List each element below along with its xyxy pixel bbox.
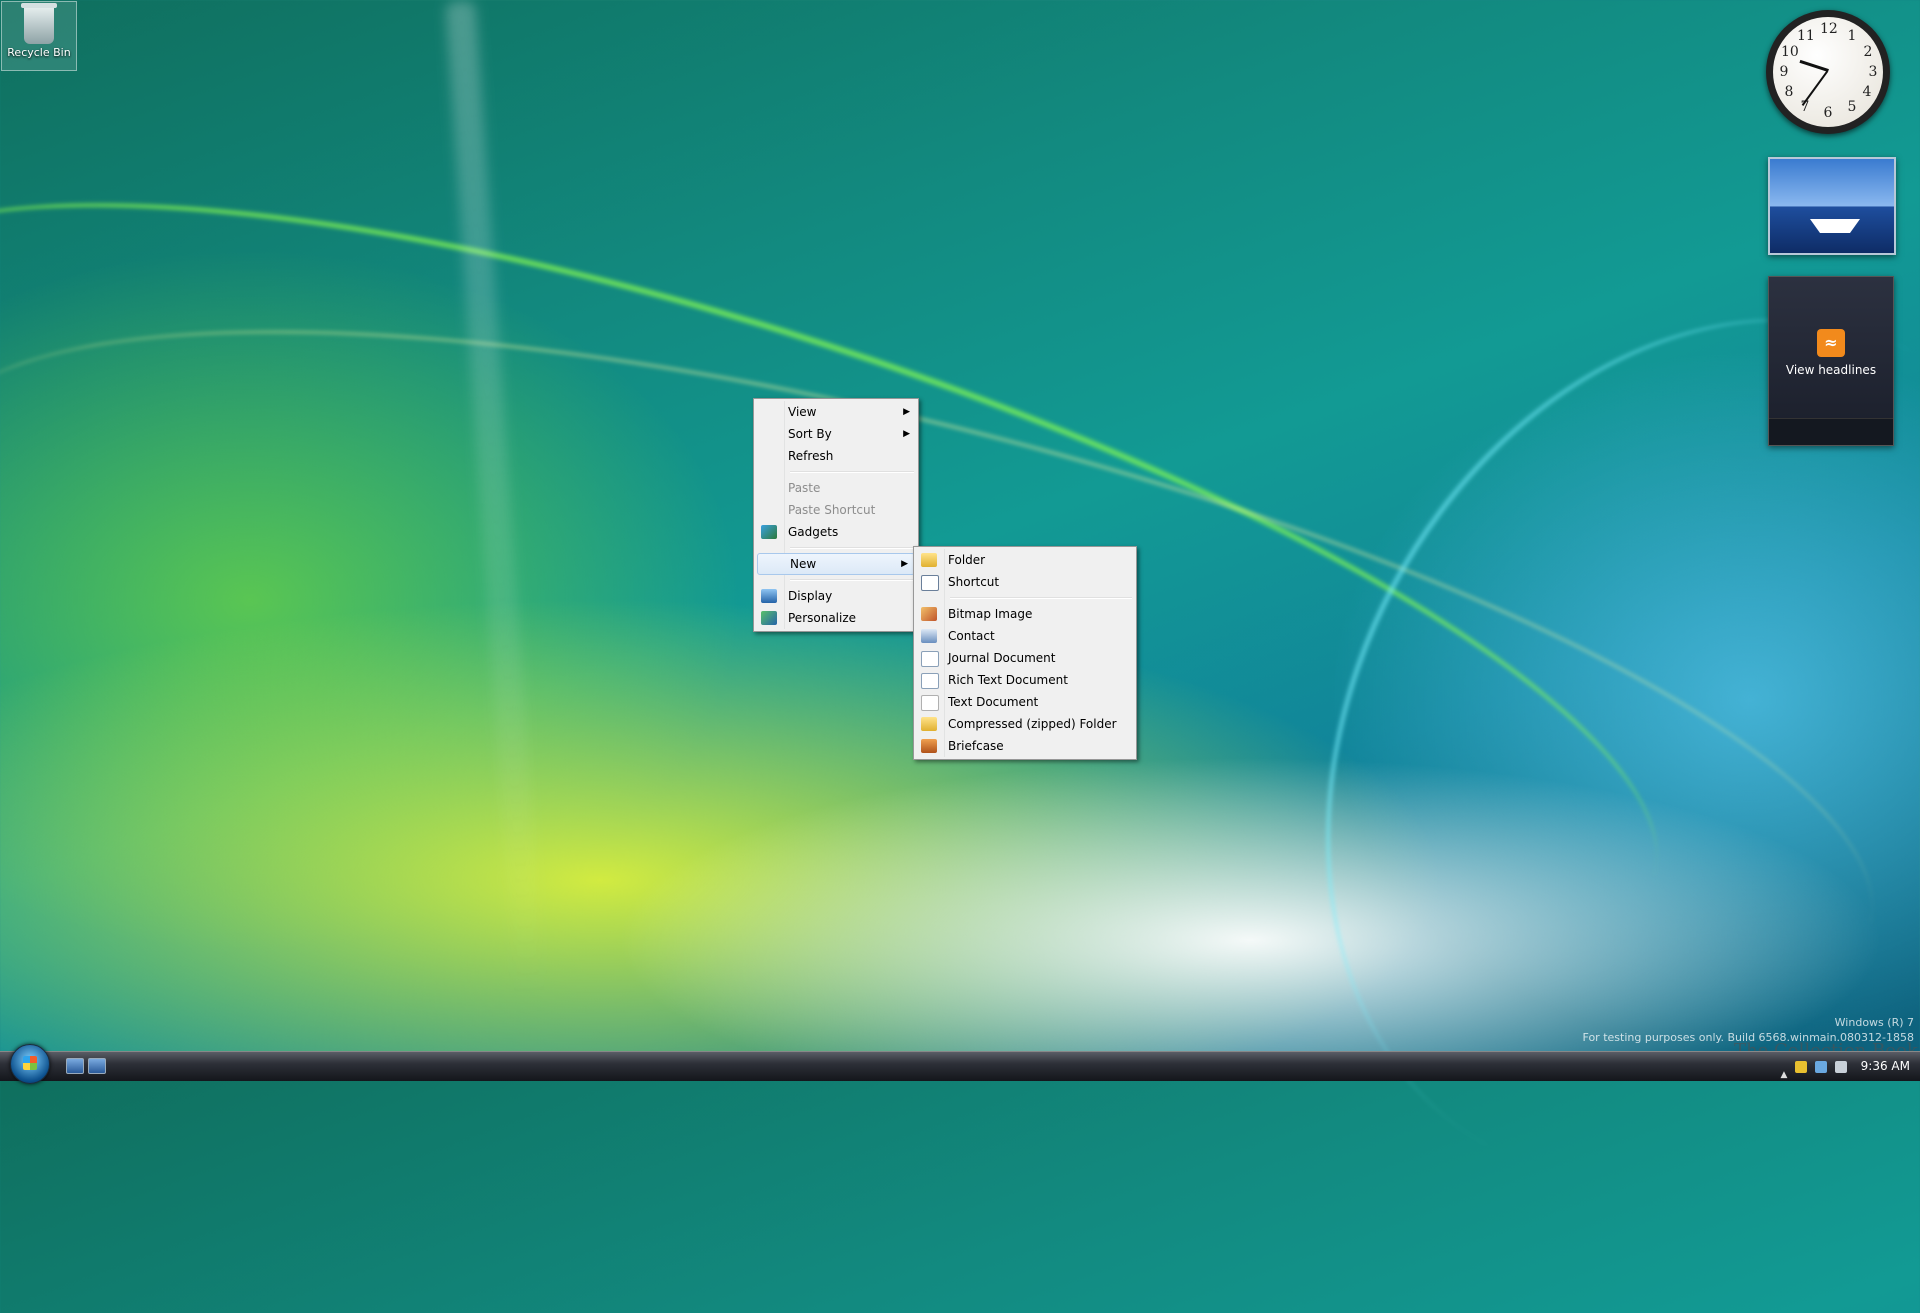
menu-item-new-text[interactable]: Text Document	[916, 691, 1134, 713]
recycle-bin-label: Recycle Bin	[7, 46, 71, 59]
feed-headlines-gadget[interactable]: ≈ View headlines	[1768, 276, 1894, 446]
menu-item-display[interactable]: Display	[756, 585, 916, 607]
menu-item-sort-by[interactable]: Sort By ▶	[756, 423, 916, 445]
security-shield-icon[interactable]	[1795, 1060, 1808, 1073]
desktop-context-menu: View ▶ Sort By ▶ Refresh Paste Paste Sho…	[753, 398, 919, 632]
menu-item-label: Text Document	[948, 695, 1039, 709]
submenu-arrow-icon: ▶	[903, 429, 910, 439]
show-hidden-icons-icon[interactable]: ▲	[1780, 1061, 1787, 1080]
menu-item-new-bitmap[interactable]: Bitmap Image	[916, 603, 1134, 625]
submenu-arrow-icon: ▶	[903, 407, 910, 417]
submenu-arrow-icon: ▶	[901, 559, 908, 569]
view-headlines-link[interactable]: View headlines	[1769, 363, 1893, 377]
menu-item-label: Shortcut	[948, 575, 1000, 589]
volume-icon[interactable]	[1834, 1060, 1847, 1073]
menu-item-personalize[interactable]: Personalize	[756, 607, 916, 629]
taskbar: ▲ 9:36 AM	[0, 1044, 1920, 1084]
menu-item-new-briefcase[interactable]: Briefcase	[916, 735, 1134, 757]
clock-number: 12	[1820, 21, 1838, 37]
landscape-photo-icon	[1810, 219, 1860, 233]
gadget-toolbar	[1769, 418, 1893, 445]
zip-folder-icon	[921, 717, 937, 731]
clock-number: 3	[1868, 64, 1878, 80]
gadgets-icon	[761, 525, 777, 539]
menu-item-label: Bitmap Image	[948, 607, 1033, 621]
menu-item-label: New	[790, 557, 817, 571]
menu-separator	[790, 547, 914, 549]
taskbar-clock[interactable]: 9:36 AM	[1861, 1059, 1910, 1073]
menu-separator	[950, 597, 1132, 599]
menu-item-gadgets[interactable]: Gadgets	[756, 521, 916, 543]
journal-document-icon	[921, 651, 939, 667]
clock-number: 9	[1779, 64, 1789, 80]
menu-separator	[790, 579, 914, 581]
clock-gadget[interactable]: 12 1 2 3 4 5 6 7 8 9 10 11	[1766, 10, 1890, 134]
menu-separator	[790, 471, 914, 473]
menu-item-label: Paste Shortcut	[788, 503, 876, 517]
briefcase-icon	[921, 739, 937, 753]
recycle-bin-desktop-icon[interactable]: Recycle Bin	[1, 1, 77, 71]
clock-number: 10	[1781, 44, 1799, 60]
menu-item-paste: Paste	[756, 477, 916, 499]
bitmap-image-icon	[921, 607, 937, 621]
menu-item-new-folder[interactable]: Folder	[916, 549, 1134, 571]
display-icon	[761, 589, 777, 603]
rich-text-document-icon	[921, 673, 939, 689]
menu-item-label: Rich Text Document	[948, 673, 1068, 687]
menu-item-refresh[interactable]: Refresh	[756, 445, 916, 467]
folder-icon	[921, 553, 937, 567]
menu-item-label: Folder	[948, 553, 986, 567]
menu-item-label: Refresh	[788, 449, 834, 463]
menu-item-label: Display	[788, 589, 833, 603]
menu-item-label: Sort By	[788, 427, 832, 441]
clock-number: 6	[1823, 105, 1833, 121]
system-tray: ▲ 9:36 AM	[1778, 1052, 1910, 1081]
slideshow-gadget[interactable]	[1768, 157, 1896, 255]
menu-item-label: Journal Document	[948, 651, 1056, 665]
menu-item-new-contact[interactable]: Contact	[916, 625, 1134, 647]
contact-icon	[921, 629, 937, 643]
clock-number: 5	[1847, 99, 1857, 115]
shortcut-icon	[921, 575, 939, 591]
menu-item-new-zip[interactable]: Compressed (zipped) Folder	[916, 713, 1134, 735]
menu-item-label: Briefcase	[948, 739, 1004, 753]
rss-icon: ≈	[1817, 329, 1845, 357]
text-document-icon	[921, 695, 939, 711]
watermark-line1: Windows (R) 7	[1834, 1016, 1914, 1029]
clock-hour-hand	[1799, 59, 1829, 72]
clock-number: 1	[1847, 28, 1857, 44]
switch-windows-icon[interactable]	[88, 1058, 106, 1074]
start-button[interactable]	[10, 1044, 50, 1084]
clock-number: 4	[1862, 84, 1872, 100]
menu-item-label: Paste	[788, 481, 821, 495]
new-submenu: Folder Shortcut Bitmap Image Contact Jou…	[913, 546, 1137, 760]
network-icon[interactable]	[1815, 1060, 1828, 1073]
menu-item-view[interactable]: View ▶	[756, 401, 916, 423]
menu-item-new-journal[interactable]: Journal Document	[916, 647, 1134, 669]
menu-item-new-shortcut[interactable]: Shortcut	[916, 571, 1134, 593]
menu-item-paste-shortcut: Paste Shortcut	[756, 499, 916, 521]
menu-item-new-rtf[interactable]: Rich Text Document	[916, 669, 1134, 691]
desktop-background[interactable]: Recycle Bin 12 1 2 3 4 5 6 7 8 9 10 11 ≈…	[0, 0, 1920, 1313]
menu-item-label: Compressed (zipped) Folder	[948, 717, 1117, 731]
show-desktop-icon[interactable]	[66, 1058, 84, 1074]
clock-number: 2	[1863, 44, 1873, 60]
clock-minute-hand	[1801, 70, 1828, 106]
clock-number: 8	[1784, 84, 1794, 100]
menu-item-label: Gadgets	[788, 525, 839, 539]
menu-item-new[interactable]: New ▶	[757, 553, 915, 575]
menu-item-label: Contact	[948, 629, 995, 643]
recycle-bin-icon	[21, 3, 57, 44]
clock-face: 12 1 2 3 4 5 6 7 8 9 10 11	[1773, 17, 1883, 127]
menu-item-label: Personalize	[788, 611, 857, 625]
clock-number: 11	[1797, 28, 1815, 44]
personalize-icon	[761, 611, 777, 625]
menu-item-label: View	[788, 405, 817, 419]
